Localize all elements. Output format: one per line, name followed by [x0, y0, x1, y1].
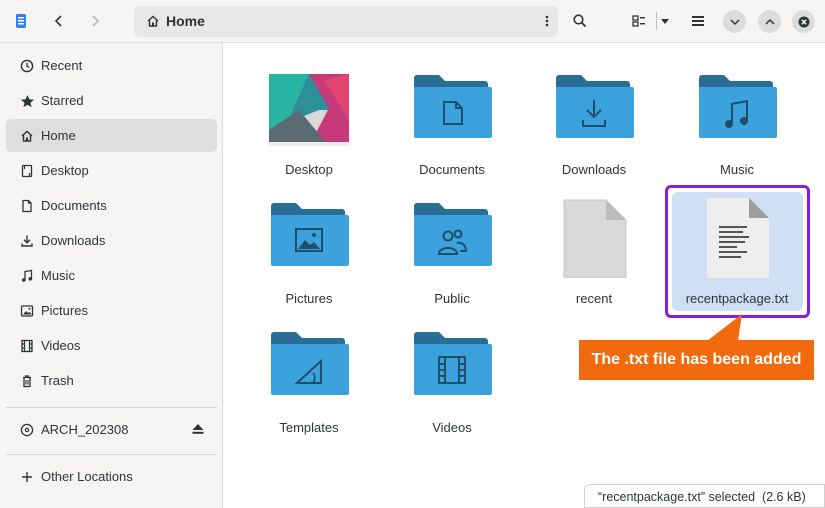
- file-name: Downloads: [561, 162, 627, 177]
- sidebar-item-label: Pictures: [41, 303, 88, 318]
- file-name: Templates: [279, 420, 339, 435]
- folder-downloads-icon: [556, 75, 634, 138]
- search-button[interactable]: [567, 8, 593, 34]
- annotation-callout: The .txt file has been added: [579, 340, 814, 380]
- sidebar-item-label: Other Locations: [41, 469, 133, 484]
- sidebar-toggle-button[interactable]: [8, 8, 34, 34]
- sidebar-item-documents[interactable]: Documents: [6, 189, 217, 222]
- sidebar-item-downloads[interactable]: Downloads: [6, 224, 217, 257]
- file-name: Public: [434, 291, 470, 306]
- dropdown-icon: [661, 19, 669, 24]
- forward-icon: [92, 15, 100, 27]
- file-item-recentpackage-txt[interactable]: recentpackage.txt: [677, 198, 797, 308]
- sidebar-item-label: Videos: [41, 338, 81, 353]
- hamburger-menu-icon: [692, 16, 704, 26]
- sidebar-toggle-icon: [16, 14, 26, 28]
- minimize-button[interactable]: [723, 10, 746, 33]
- folder-music-icon: [699, 75, 777, 138]
- plus-icon: [19, 469, 35, 485]
- sidebar-item-recent[interactable]: Recent: [6, 49, 217, 82]
- file-name: Documents: [419, 162, 485, 177]
- home-icon: [19, 128, 35, 144]
- file-item-downloads[interactable]: Downloads: [534, 70, 654, 180]
- sidebar-item-label: Starred: [41, 93, 84, 108]
- file-name: recent: [575, 291, 613, 306]
- sidebar-item-label: Recent: [41, 58, 83, 73]
- file-name: Music: [720, 162, 754, 177]
- more-vertical-icon[interactable]: [544, 13, 550, 29]
- trash-icon: [19, 373, 35, 389]
- close-icon: [798, 16, 809, 27]
- file-item-documents[interactable]: Documents: [392, 70, 512, 180]
- sidebar-item-pictures[interactable]: Pictures: [6, 294, 217, 327]
- file-item-public[interactable]: Public: [392, 198, 512, 308]
- callout-text: The .txt file has been added: [591, 351, 802, 368]
- path-bar[interactable]: Home: [134, 6, 558, 37]
- folder-templates-icon: [271, 332, 349, 395]
- file-item-recent[interactable]: recent: [534, 198, 654, 308]
- header-bar: Home: [0, 0, 825, 43]
- sidebar-separator: [6, 407, 217, 408]
- sidebar-item-desktop[interactable]: Desktop: [6, 154, 217, 187]
- sidebar-item-home[interactable]: Home: [6, 119, 217, 152]
- folder-public-icon: [414, 203, 492, 266]
- file-name: Desktop: [285, 162, 333, 177]
- sidebar: Recent Starred Home Desktop Documents Do…: [0, 43, 223, 508]
- download-icon: [19, 233, 35, 249]
- disc-icon: [19, 422, 35, 438]
- view-grid-icon: [632, 15, 645, 27]
- view-grid-button[interactable]: [626, 8, 652, 34]
- back-icon: [54, 15, 62, 27]
- sidebar-item-arch-device[interactable]: ARCH_202308: [6, 413, 217, 446]
- sidebar-item-label: Desktop: [41, 163, 89, 178]
- sidebar-item-label: ARCH_202308: [41, 422, 129, 437]
- folder-pictures-icon: [271, 203, 349, 266]
- folder-documents-icon: [414, 75, 492, 138]
- text-file-icon: [707, 198, 769, 278]
- status-text: “recentpackage.txt” selected (2.6 kB): [598, 490, 806, 504]
- star-icon: [19, 93, 35, 109]
- sidebar-item-starred[interactable]: Starred: [6, 84, 217, 117]
- sidebar-item-trash[interactable]: Trash: [6, 364, 217, 397]
- forward-button[interactable]: [82, 8, 108, 34]
- view-options-button[interactable]: [652, 8, 678, 34]
- sidebar-item-videos[interactable]: Videos: [6, 329, 217, 362]
- sidebar-item-label: Trash: [41, 373, 74, 388]
- sidebar-item-other-locations[interactable]: Other Locations: [6, 460, 217, 493]
- file-item-music[interactable]: Music: [677, 70, 797, 180]
- main-menu-button[interactable]: [685, 8, 711, 34]
- file-item-videos[interactable]: Videos: [392, 327, 512, 437]
- sidebar-item-label: Music: [41, 268, 75, 283]
- file-name: recentpackage.txt: [685, 291, 789, 306]
- back-button[interactable]: [46, 8, 72, 34]
- maximize-icon: [764, 18, 775, 25]
- sidebar-item-label: Downloads: [41, 233, 106, 248]
- file-item-desktop[interactable]: Desktop: [249, 70, 369, 180]
- sidebar-item-label: Home: [41, 128, 76, 143]
- document-icon: [19, 198, 35, 214]
- status-bar: “recentpackage.txt” selected (2.6 kB): [584, 484, 825, 508]
- file-item-pictures[interactable]: Pictures: [249, 198, 369, 308]
- desktop-thumbnail-icon: [269, 74, 349, 146]
- file-name: Pictures: [285, 291, 333, 306]
- path-title: Home: [166, 13, 205, 29]
- sidebar-item-music[interactable]: Music: [6, 259, 217, 292]
- file-item-templates[interactable]: Templates: [249, 327, 369, 437]
- eject-icon[interactable]: [191, 422, 205, 440]
- desktop-icon: [19, 163, 35, 179]
- clock-icon: [19, 58, 35, 74]
- folder-videos-icon: [414, 332, 492, 395]
- file-name: Videos: [432, 420, 472, 435]
- picture-icon: [19, 303, 35, 319]
- sidebar-item-label: Documents: [41, 198, 107, 213]
- music-icon: [19, 268, 35, 284]
- home-icon: [147, 15, 159, 27]
- maximize-button[interactable]: [758, 10, 781, 33]
- sidebar-separator: [6, 454, 217, 455]
- generic-file-icon: [563, 199, 627, 278]
- minimize-icon: [729, 18, 740, 25]
- close-button[interactable]: [792, 10, 815, 33]
- video-icon: [19, 338, 35, 354]
- search-icon: [573, 14, 587, 28]
